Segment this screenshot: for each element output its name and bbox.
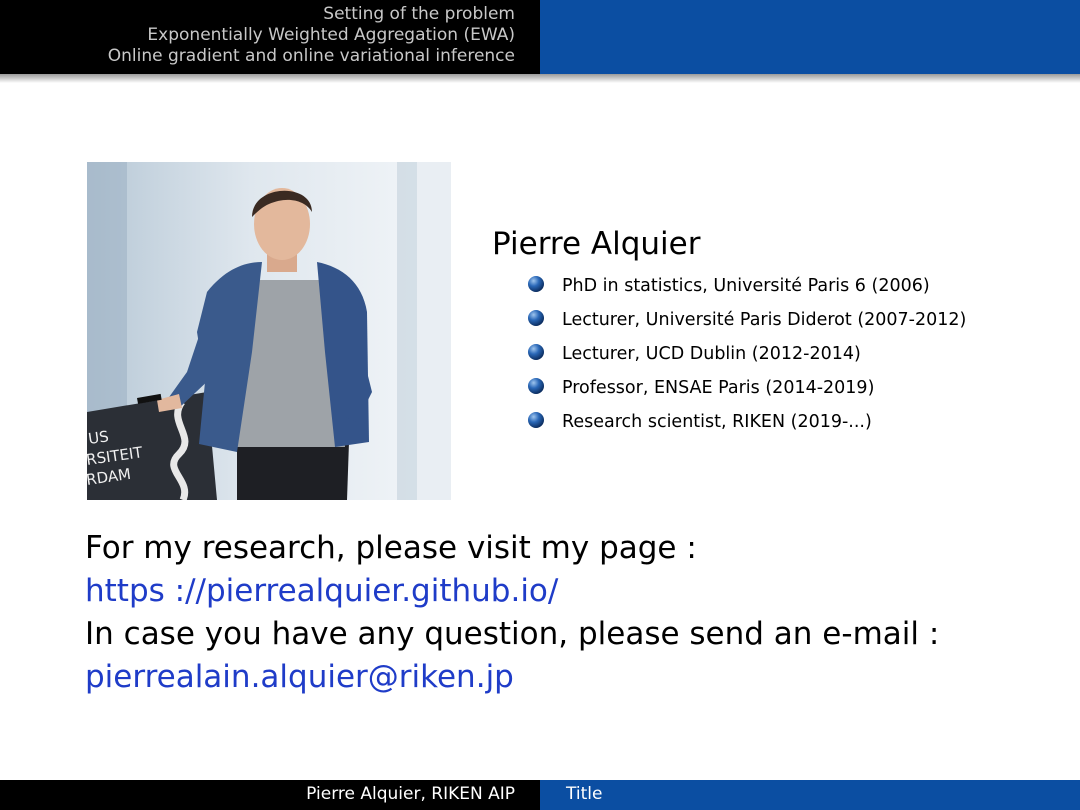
svg-text:US: US — [87, 427, 110, 448]
slide-header: Setting of the problem Exponentially Wei… — [0, 0, 1080, 74]
header-blue-bar — [540, 0, 1080, 74]
nav-section-ewa[interactable]: Exponentially Weighted Aggregation (EWA) — [147, 25, 515, 45]
bullet-sphere-icon — [528, 344, 544, 360]
bullet-sphere-icon — [528, 378, 544, 394]
bullet-sphere-icon — [528, 310, 544, 326]
slide-footer: Pierre Alquier, RIKEN AIP Title — [0, 780, 1080, 810]
footer-title-panel: Title — [540, 780, 1080, 810]
header-section-navigation: Setting of the problem Exponentially Wei… — [0, 0, 540, 74]
footer-author-panel: Pierre Alquier, RIKEN AIP — [0, 780, 540, 810]
footer-title: Title — [566, 784, 603, 804]
career-item-text: PhD in statistics, Université Paris 6 (2… — [562, 276, 930, 296]
header-shadow — [0, 74, 1080, 83]
bullet-sphere-icon — [528, 276, 544, 292]
email-text: In case you have any question, please se… — [85, 616, 940, 652]
career-item-text: Lecturer, Université Paris Diderot (2007… — [562, 310, 967, 330]
contact-block: For my research, please visit my page : … — [85, 527, 939, 699]
career-item-text: Professor, ENSAE Paris (2014-2019) — [562, 378, 875, 398]
career-item-text: Research scientist, RIKEN (2019-...) — [562, 412, 872, 432]
footer-author: Pierre Alquier, RIKEN AIP — [306, 784, 515, 804]
research-text: For my research, please visit my page : — [85, 530, 697, 566]
bullet-sphere-icon — [528, 412, 544, 428]
nav-section-setting[interactable]: Setting of the problem — [323, 4, 515, 24]
person-name: Pierre Alquier — [492, 226, 701, 262]
research-page-link[interactable]: https ://pierrealquier.github.io/ — [85, 570, 939, 613]
email-link[interactable]: pierrealain.alquier@riken.jp — [85, 656, 939, 699]
nav-section-online-gradient[interactable]: Online gradient and online variational i… — [108, 46, 515, 66]
profile-photo: US RSITEIT RDAM — [87, 162, 451, 500]
career-item-text: Lecturer, UCD Dublin (2012-2014) — [562, 344, 861, 364]
